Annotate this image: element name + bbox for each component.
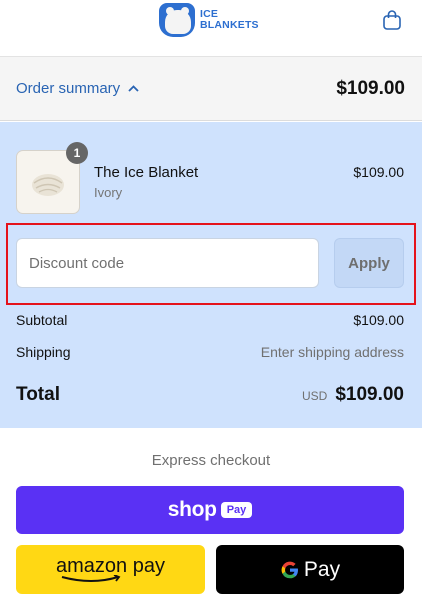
google-g-icon bbox=[281, 561, 298, 578]
total-amount: $109.00 bbox=[335, 384, 404, 405]
currency-code: USD bbox=[301, 389, 328, 403]
chevron-up-icon bbox=[128, 85, 139, 92]
google-pay-label: Pay bbox=[303, 557, 341, 581]
shopping-bag-icon[interactable] bbox=[381, 9, 403, 31]
shipping-label: Shipping bbox=[16, 344, 71, 360]
apply-discount-button[interactable]: Apply bbox=[334, 238, 404, 288]
amazon-pay-wordmark: amazon pay bbox=[56, 555, 165, 577]
polar-bear-icon bbox=[159, 3, 195, 37]
shipping-row: Shipping Enter shipping address bbox=[16, 344, 404, 360]
ice-blankets-logo[interactable]: ICE BLANKETS bbox=[159, 2, 263, 38]
product-name: The Ice Blanket bbox=[94, 164, 199, 181]
order-summary-label: Order summary bbox=[16, 80, 121, 97]
discount-code-input[interactable] bbox=[16, 238, 319, 288]
order-summary-toggle[interactable]: Order summary bbox=[16, 80, 139, 97]
total-row: Total USD $109.00 bbox=[16, 384, 404, 406]
amazon-pay-button[interactable]: amazon pay bbox=[16, 545, 205, 594]
shop-pay-button[interactable]: shop Pay bbox=[16, 486, 404, 534]
subtotal-value: $109.00 bbox=[353, 312, 404, 328]
product-price: $109.00 bbox=[353, 164, 404, 180]
shop-pay-wordmark: shop bbox=[167, 498, 217, 521]
express-checkout-title: Express checkout bbox=[151, 452, 271, 469]
line-item: 1 The Ice Blanket Ivory $109.00 bbox=[16, 142, 404, 214]
order-summary-panel: 1 The Ice Blanket Ivory $109.00 Apply Su… bbox=[0, 122, 422, 428]
amazon-smile-icon bbox=[61, 575, 120, 582]
order-summary-total: $109.00 bbox=[336, 77, 405, 99]
site-header: ICE BLANKETS bbox=[0, 0, 422, 57]
subtotal-label: Subtotal bbox=[16, 312, 68, 328]
product-variant: Ivory bbox=[94, 185, 123, 200]
total-label: Total bbox=[16, 384, 60, 405]
quantity-badge: 1 bbox=[66, 142, 88, 164]
logo-text: ICE BLANKETS bbox=[200, 9, 259, 31]
shop-pay-pill: Pay bbox=[220, 502, 253, 518]
total-amount-group: USD $109.00 bbox=[302, 384, 404, 406]
bear-head bbox=[165, 10, 191, 34]
google-pay-button[interactable]: Pay bbox=[216, 545, 404, 594]
subtotal-row: Subtotal $109.00 bbox=[16, 312, 404, 328]
order-summary-bar: Order summary $109.00 bbox=[0, 57, 422, 121]
logo-line2: BLANKETS bbox=[200, 19, 259, 31]
shipping-value: Enter shipping address bbox=[260, 344, 404, 360]
